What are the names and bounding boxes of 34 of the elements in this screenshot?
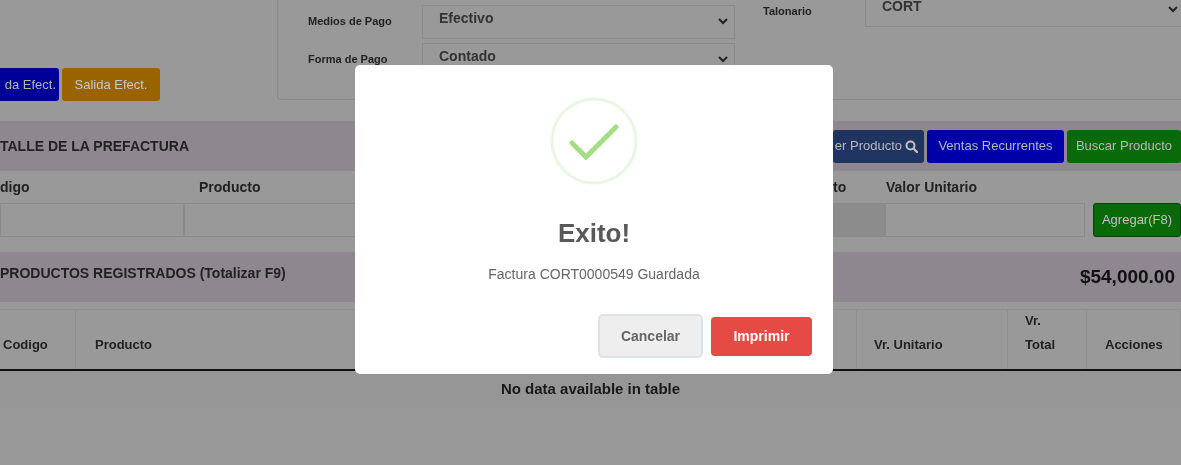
field-label: Forma de Pago — [307, 52, 389, 67]
search-icon — [905, 139, 918, 153]
toolbar-button[interactable]: er Producto — [833, 129, 924, 163]
chevron-down-icon — [718, 56, 728, 63]
field-label: Talonario — [762, 4, 813, 19]
cash-button[interactable]: da Efect. — [0, 68, 59, 101]
dialog-title: Exito! — [557, 217, 631, 250]
dialog-message: Factura CORT0000549 Guardada — [488, 265, 700, 284]
empty-table-message: No data available in table — [500, 379, 681, 400]
total-amount: $54,000.00 — [1079, 264, 1175, 289]
chevron-down-icon — [718, 18, 728, 25]
section-title: PRODUCTOS REGISTRADOS (Totalizar F9) — [0, 263, 286, 283]
field-label: Medios de Pago — [307, 14, 393, 29]
dialog-button[interactable]: Cancelar — [598, 314, 703, 358]
toolbar-button[interactable]: Buscar Producto — [1067, 129, 1181, 163]
cash-button[interactable]: Salida Efect. — [62, 68, 160, 101]
column-header: Producto — [95, 336, 153, 354]
input-field — [832, 203, 885, 237]
dialog-button[interactable]: Imprimir — [711, 316, 812, 356]
add-button[interactable]: Agregar(F8) — [1093, 203, 1181, 237]
column-header: Vr. Unitario — [874, 336, 943, 354]
field-label: Producto — [199, 178, 261, 195]
select-field[interactable]: Efectivo — [422, 5, 735, 39]
field-label: to — [833, 178, 847, 195]
toolbar-button[interactable]: Ventas Recurrentes — [927, 129, 1064, 163]
chevron-down-icon — [1168, 6, 1178, 13]
checkmark-icon — [550, 97, 638, 185]
section-title: TALLE DE LA PREFACTURA — [0, 136, 189, 156]
column-header: Vr. Total — [1025, 312, 1056, 354]
select-field[interactable]: CORT — [865, 0, 1181, 27]
field-label: digo — [0, 178, 30, 195]
field-label: Valor Unitario — [886, 178, 978, 195]
column-header: Codigo — [3, 336, 48, 354]
column-header: Acciones — [1105, 336, 1163, 354]
